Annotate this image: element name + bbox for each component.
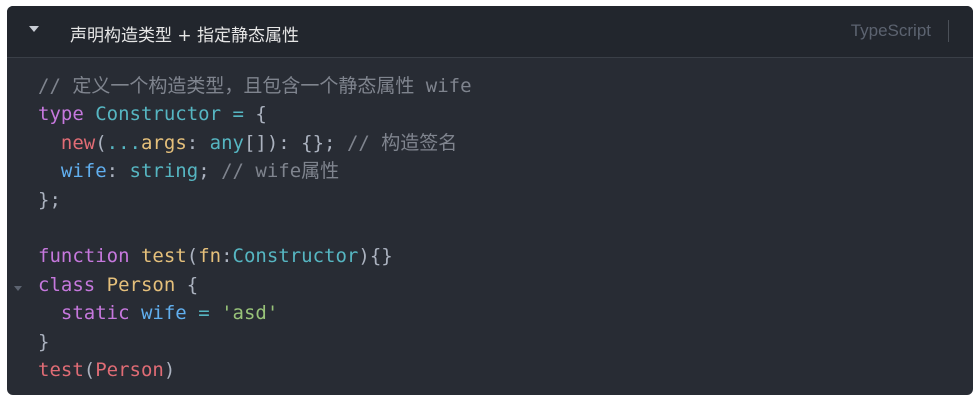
code-line: wife: string; // wife属性	[38, 157, 472, 185]
code-line: static wife = 'asd'	[38, 299, 472, 327]
code-token: new	[60, 131, 96, 154]
code-token: ;	[198, 160, 222, 183]
code-token: function	[38, 245, 130, 268]
code-token: :	[106, 160, 130, 183]
code-token: Constructor	[95, 103, 222, 126]
code-token: {	[243, 103, 267, 126]
code-token: static	[60, 302, 130, 325]
code-token: };	[38, 188, 61, 211]
code-token: string	[129, 160, 199, 183]
code-token: any	[209, 131, 244, 154]
code-token: // wife属性	[221, 160, 340, 183]
code-line: test(Person)	[38, 356, 472, 384]
code-token: =	[198, 302, 210, 325]
code-token: // 定义一个构造类型，且包含一个静态属性 wife	[38, 75, 472, 97]
code-block-header: 声明构造类型 + 指定静态属性 TypeScript	[7, 6, 973, 58]
code-line: // 定义一个构造类型，且包含一个静态属性 wife	[38, 72, 472, 100]
code-line: function test(fn:Constructor){}	[38, 242, 472, 270]
code-token: Person	[106, 273, 176, 296]
code-content: // 定义一个构造类型，且包含一个静态属性 wife type Construct…	[38, 72, 472, 384]
collapse-caret-icon[interactable]	[29, 26, 39, 32]
language-label: TypeScript	[850, 21, 931, 40]
code-block-title: 声明构造类型 + 指定静态属性	[70, 26, 300, 46]
code-token: }	[38, 330, 50, 353]
fold-caret-icon[interactable]	[14, 286, 22, 291]
code-token: wife	[140, 302, 187, 325]
code-token: {	[175, 273, 199, 296]
code-token: class	[38, 273, 96, 296]
code-token: )	[163, 358, 176, 381]
code-line: type Constructor = {	[38, 100, 472, 128]
code-token: :	[186, 131, 210, 154]
code-token: args	[141, 131, 187, 154]
code-line: class Person {	[38, 271, 472, 299]
code-line: new(...args: any[]): {}; // 构造签名	[38, 129, 472, 157]
code-token: // 构造签名	[346, 131, 458, 154]
code-block: 声明构造类型 + 指定静态属性 TypeScript // 定义一个构造类型，且…	[7, 6, 973, 395]
code-token: ){}	[358, 245, 393, 268]
code-token: Constructor	[232, 245, 359, 268]
code-token: type	[38, 103, 84, 126]
code-token: test	[38, 358, 84, 381]
code-token: (	[95, 131, 107, 154]
code-line: };	[38, 186, 472, 214]
code-token: (	[186, 245, 199, 268]
code-token: (	[83, 358, 96, 381]
header-divider	[948, 20, 949, 42]
code-token: ...	[106, 131, 141, 154]
code-token: []): {};	[243, 131, 347, 154]
code-token: test	[140, 245, 187, 268]
code-token: fn	[198, 245, 222, 268]
code-token: =	[232, 103, 244, 126]
code-token: Person	[95, 358, 164, 381]
code-token: :	[221, 245, 233, 268]
code-token: wife	[60, 160, 107, 183]
code-line: }	[38, 328, 472, 356]
code-token: 'asd'	[221, 302, 279, 325]
